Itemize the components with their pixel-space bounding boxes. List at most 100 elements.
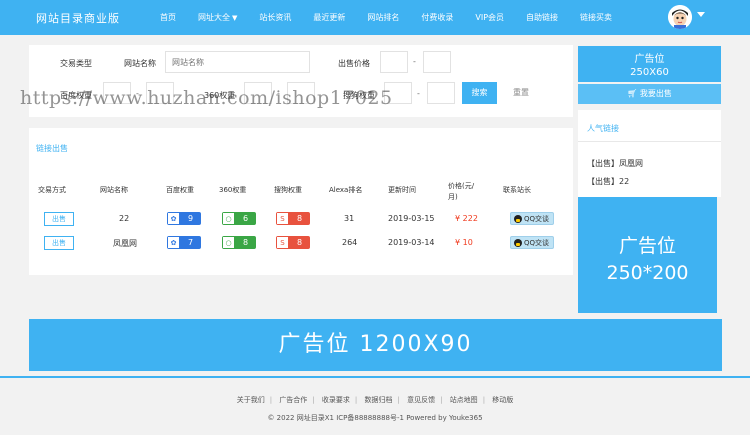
reset-button[interactable]: 重置 — [513, 82, 541, 104]
sell-tag-button[interactable]: 出售 — [44, 212, 74, 226]
qq-chat-button[interactable]: QQ交谈 — [510, 212, 554, 225]
w360-weight-badge: ○ 8 — [222, 236, 256, 249]
sogou-max-input[interactable] — [427, 82, 455, 104]
price-range-dash: - — [413, 57, 416, 66]
price-min-input[interactable] — [380, 51, 408, 73]
paw-icon: ✿ — [167, 236, 180, 249]
popular-links-title: 人气链接 — [587, 124, 619, 133]
site-logo[interactable]: 网站目录商业版 — [36, 10, 120, 26]
footer-links: 关于我们 | 广告合作 | 收录要求 | 数据归档 | 意见反馈 | 站点地图 | 移动版 — [236, 396, 514, 404]
row-price: ¥ 222 — [455, 214, 478, 223]
footer-link-mobile[interactable]: 移动版 — [492, 396, 513, 404]
ad-mid-title: 广告位 — [618, 235, 676, 257]
w360-weight-value: 8 — [235, 236, 256, 249]
user-menu-caret-icon[interactable] — [697, 12, 705, 17]
qq-chat-button[interactable]: QQ交谈 — [510, 236, 554, 249]
ad-slot-250x60[interactable]: 广告位 250X60 — [578, 46, 721, 82]
search-button[interactable]: 搜索 — [462, 82, 497, 104]
baidu-max-input[interactable] — [146, 82, 174, 104]
w360-min-input[interactable] — [244, 82, 272, 104]
popular-link-item[interactable]: 【出售】22 — [587, 176, 629, 187]
col-header-sogou: 搜狗权重 — [274, 186, 302, 194]
nav-news[interactable]: 站长资讯 — [259, 0, 291, 35]
sogou-min-input[interactable] — [384, 82, 412, 104]
qq-chat-label: QQ交谈 — [524, 238, 550, 247]
qq-penguin-icon — [514, 238, 522, 247]
footer-link-sitemap[interactable]: 站点地图 — [450, 396, 478, 404]
sogou-weight-badge: S8 — [276, 236, 310, 249]
w360-weight-value: 6 — [235, 212, 256, 225]
sogou-weight-badge: S8 — [276, 212, 310, 225]
site-name-input[interactable] — [166, 52, 309, 72]
user-face-icon — [668, 5, 692, 29]
cart-icon: 🛒︎ — [627, 89, 638, 98]
w360-max-input[interactable] — [287, 82, 315, 104]
col-header-name: 网站名称 — [100, 186, 128, 194]
baidu-weight-value: 7 — [180, 236, 201, 249]
col-header-price-line2: 月) — [448, 193, 458, 201]
col-header-mode: 交易方式 — [38, 186, 66, 194]
col-header-price-line1: 价格(元/ — [448, 182, 475, 190]
sell-link-button[interactable]: 🛒︎ 我要出售 — [578, 84, 721, 104]
paw-icon: ✿ — [167, 212, 180, 225]
chevron-down-icon: ▼ — [232, 14, 238, 22]
avatar[interactable] — [668, 5, 692, 29]
w360-range-dash: - — [277, 89, 280, 98]
row-updated: 2019-03-15 — [388, 214, 435, 223]
row-updated: 2019-03-14 — [388, 238, 435, 247]
w360-weight-label: 360权重 — [204, 91, 236, 100]
nav-home[interactable]: 首页 — [160, 0, 176, 35]
footer — [0, 378, 750, 435]
sell-link-label: 我要出售 — [639, 89, 672, 98]
col-header-baidu: 百度权重 — [166, 186, 194, 194]
row-alexa: 31 — [344, 214, 355, 223]
sogou-icon: S — [276, 236, 289, 249]
nav-ranking[interactable]: 网站排名 — [367, 0, 399, 35]
links-for-sale-panel — [29, 128, 573, 275]
sogou-weight-value: 8 — [289, 212, 310, 225]
col-header-alexa: Alexa排名 — [329, 186, 363, 194]
site-name-field[interactable] — [165, 51, 310, 73]
ad-slot-1200x90[interactable]: 广告位 1200X90 — [29, 319, 722, 371]
popular-link-item[interactable]: 【出售】凤凰网 — [587, 158, 643, 169]
baidu-weight-badge: ✿ 9 — [167, 212, 201, 225]
sell-tag-button[interactable]: 出售 — [44, 236, 74, 250]
row-alexa: 264 — [342, 238, 358, 247]
col-header-updated: 更新时间 — [388, 186, 416, 194]
sogou-range-dash: - — [417, 89, 420, 98]
col-header-contact: 联系站长 — [503, 186, 531, 194]
trade-type-label: 交易类型 — [60, 59, 92, 68]
footer-link-ads[interactable]: 广告合作 — [279, 396, 307, 404]
col-header-360: 360权重 — [219, 186, 247, 194]
copyright-text: © 2022 网址目录X1 ICP备88888888号-1 Powered by… — [267, 414, 483, 422]
nav-directory[interactable]: 网址大全 ▼ — [198, 0, 237, 35]
qq-penguin-icon — [514, 214, 522, 223]
row-site-name[interactable]: 凤凰网 — [113, 238, 137, 249]
nav-directory-label: 网址大全 — [198, 13, 230, 22]
qq-chat-label: QQ交谈 — [524, 214, 550, 223]
ring-icon: ○ — [222, 236, 235, 249]
row-site-name[interactable]: 22 — [119, 214, 129, 223]
ad-small-size: 250X60 — [630, 67, 669, 78]
nav-selflink[interactable]: 自助链接 — [526, 0, 558, 35]
baidu-weight-label: 百度权重 — [60, 91, 92, 100]
nav-vip[interactable]: VIP会员 — [475, 0, 504, 35]
footer-link-feedback[interactable]: 意见反馈 — [407, 396, 435, 404]
price-max-input[interactable] — [423, 51, 451, 73]
nav-paid[interactable]: 付费收录 — [421, 0, 453, 35]
footer-link-about[interactable]: 关于我们 — [237, 396, 265, 404]
ring-icon: ○ — [222, 212, 235, 225]
nav-linktrade[interactable]: 链接买卖 — [580, 0, 612, 35]
footer-link-archive[interactable]: 数据归档 — [365, 396, 393, 404]
nav-recent[interactable]: 最近更新 — [313, 0, 345, 35]
sogou-weight-label: 搜狗权重 — [343, 91, 375, 100]
site-name-label: 网站名称 — [124, 59, 156, 68]
ad-mid-size: 250*200 — [606, 262, 689, 284]
footer-link-requirements[interactable]: 收录要求 — [322, 396, 350, 404]
row-price: ¥ 10 — [455, 238, 473, 247]
baidu-min-input[interactable] — [103, 82, 131, 104]
ad-slot-250x200[interactable]: 广告位 250*200 — [578, 197, 717, 313]
baidu-weight-badge: ✿ 7 — [167, 236, 201, 249]
sogou-icon: S — [276, 212, 289, 225]
divider — [578, 141, 721, 142]
